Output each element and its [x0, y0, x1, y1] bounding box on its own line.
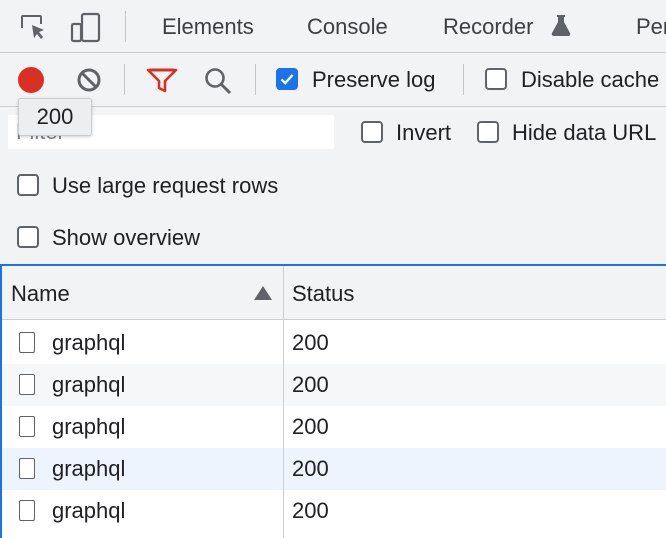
document-icon	[19, 416, 35, 437]
invert-label[interactable]: Invert	[396, 120, 451, 146]
table-row[interactable]: graphql 200	[2, 406, 666, 448]
table-row[interactable]: graphql 200	[2, 322, 666, 364]
overview-option: Show overview	[0, 212, 666, 262]
invert-checkbox[interactable]	[361, 121, 383, 143]
toolbar-divider	[125, 11, 126, 42]
large-rows-option: Use large request rows	[0, 160, 666, 210]
large-rows-checkbox[interactable]	[17, 174, 39, 196]
filter-funnel-icon[interactable]	[146, 66, 178, 94]
document-icon	[19, 458, 35, 479]
preserve-log-label[interactable]: Preserve log	[312, 67, 436, 93]
document-icon	[19, 500, 35, 521]
clear-icon[interactable]	[75, 66, 103, 94]
request-name: graphql	[52, 456, 126, 481]
status-column-header[interactable]: Status	[292, 281, 354, 307]
devtools-tab-bar: Elements Console Recorder Per	[0, 0, 666, 53]
toolbar-divider	[255, 64, 256, 95]
network-toolbar: Preserve log Disable cache	[0, 53, 666, 107]
overview-label[interactable]: Show overview	[52, 225, 200, 251]
filter-bar: Invert Hide data URL	[0, 107, 666, 158]
request-status: 200	[292, 456, 329, 481]
preserve-log-checkbox[interactable]	[276, 68, 298, 90]
tab-elements[interactable]: Elements	[162, 14, 254, 40]
document-icon	[19, 374, 35, 395]
request-status: 200	[292, 372, 329, 397]
experiment-flask-icon	[550, 13, 572, 37]
network-request-table: Name Status graphql 200 graphql 200 graphql 2…	[0, 264, 666, 538]
request-name: graphql	[52, 330, 126, 355]
toolbar-divider	[463, 64, 464, 95]
inspect-element-icon[interactable]	[18, 12, 48, 42]
sort-ascending-icon[interactable]	[254, 286, 272, 305]
disable-cache-checkbox[interactable]	[485, 68, 507, 90]
disable-cache-label[interactable]: Disable cache	[521, 67, 659, 93]
document-icon	[19, 332, 35, 353]
large-rows-label[interactable]: Use large request rows	[52, 173, 278, 199]
search-icon[interactable]	[203, 66, 233, 96]
hide-data-urls-label[interactable]: Hide data URL	[512, 120, 656, 146]
device-toolbar-icon[interactable]	[70, 12, 101, 43]
column-divider	[283, 266, 284, 538]
tab-console[interactable]: Console	[307, 14, 388, 40]
tab-performance[interactable]: Per	[636, 14, 666, 40]
request-status: 200	[292, 498, 329, 523]
hide-data-urls-checkbox[interactable]	[477, 121, 499, 143]
name-column-header[interactable]: Name	[11, 281, 70, 307]
table-row[interactable]: graphql 200	[2, 364, 666, 406]
toolbar-divider	[124, 64, 125, 95]
request-name: graphql	[52, 372, 126, 397]
request-status: 200	[292, 414, 329, 439]
table-row[interactable]: graphql 200	[2, 490, 666, 532]
request-status: 200	[292, 330, 329, 355]
status-tooltip: 200	[18, 98, 92, 136]
table-header: Name Status	[2, 266, 666, 320]
tab-recorder[interactable]: Recorder	[443, 14, 533, 40]
record-button[interactable]	[18, 67, 44, 93]
request-name: graphql	[52, 498, 126, 523]
request-name: graphql	[52, 414, 126, 439]
overview-checkbox[interactable]	[17, 226, 39, 248]
table-row[interactable]: graphql 200	[2, 448, 666, 490]
